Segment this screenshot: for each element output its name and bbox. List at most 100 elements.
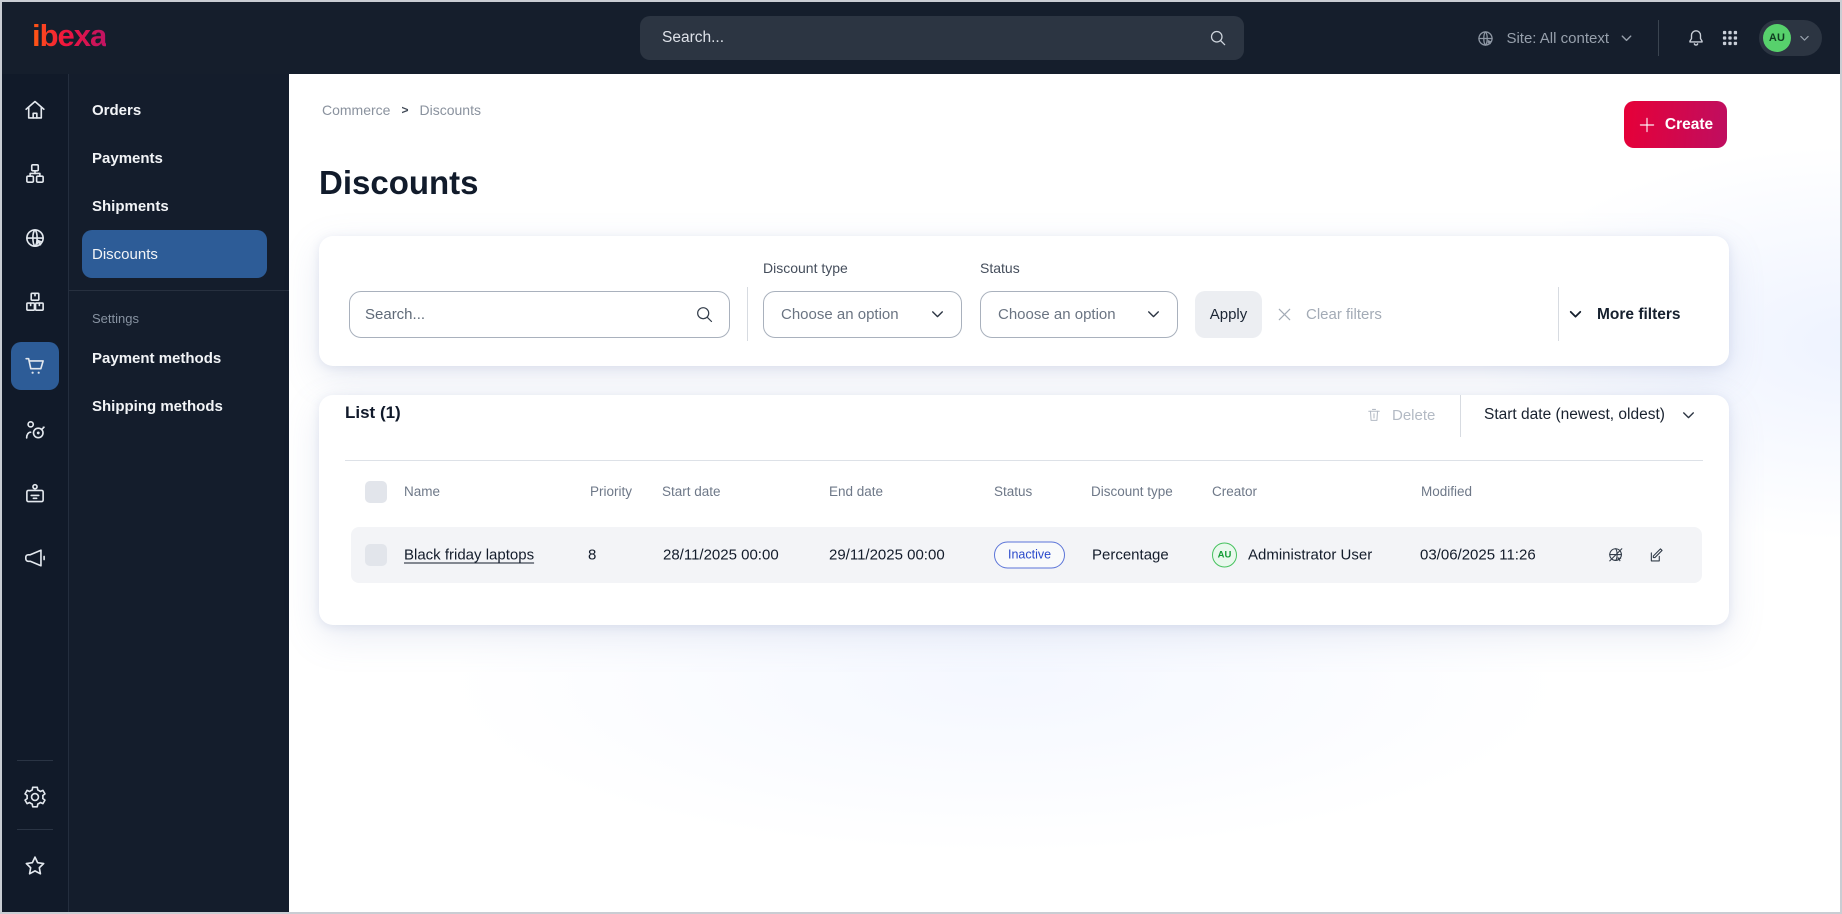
modified-value: 03/06/2025 11:26 (1420, 546, 1536, 564)
sort-selector[interactable]: Start date (newest, oldest) (1484, 399, 1697, 431)
site-context-label: Site: All context (1506, 29, 1609, 47)
site-globe-icon[interactable] (11, 214, 59, 262)
discount-type-value: Percentage (1092, 546, 1169, 564)
clear-filters-button[interactable]: Clear filters (1276, 291, 1382, 338)
column-header-name: Name (404, 484, 441, 499)
global-search-input[interactable] (662, 29, 1208, 47)
clear-filters-label: Clear filters (1306, 306, 1382, 323)
trash-icon (1365, 406, 1383, 424)
personalization-target-icon[interactable] (11, 406, 59, 454)
filter-search-input[interactable] (365, 306, 694, 323)
sort-label: Start date (newest, oldest) (1484, 406, 1665, 423)
chevron-down-icon (1567, 306, 1584, 323)
delete-label: Delete (1392, 406, 1436, 424)
search-icon (694, 304, 715, 325)
status-badge: Inactive (994, 541, 1066, 569)
column-header-priority: Priority (590, 484, 633, 499)
status-select[interactable]: Choose an option (980, 291, 1178, 338)
more-filters-button[interactable]: More filters (1567, 291, 1681, 338)
search-icon[interactable] (1208, 28, 1228, 48)
menu-item-payment-methods[interactable]: Payment methods (69, 334, 289, 382)
discounts-list-card: List (1) Delete Start date (newest, olde… (319, 395, 1729, 625)
chevron-down-icon (1145, 306, 1162, 323)
discount-type-value: Choose an option (781, 306, 899, 323)
apply-button[interactable]: Apply (1195, 291, 1262, 338)
list-toolbar-divider (1460, 395, 1461, 437)
preview-disabled-icon[interactable] (1603, 542, 1629, 568)
column-header-modified: Modified (1421, 484, 1473, 499)
column-header-creator: Creator (1212, 484, 1258, 499)
menu-section-settings: Settings (92, 311, 139, 326)
topbar-actions: Site: All context AU (1475, 2, 1822, 74)
commerce-cart-icon[interactable] (11, 342, 59, 390)
ibexa-logo: ibexa (32, 18, 107, 53)
app-window: ibexa Site: All context (0, 0, 1842, 914)
status-label: Status (980, 260, 1020, 276)
create-button-label: Create (1664, 115, 1714, 133)
delete-button[interactable]: Delete (1365, 399, 1435, 431)
create-button[interactable]: Create (1624, 101, 1727, 148)
creator-avatar: AU (1212, 542, 1237, 568)
filter-divider (747, 287, 748, 341)
products-boxes-icon[interactable] (11, 278, 59, 326)
filters-card: Discount type Choose an option Status Ch… (319, 236, 1729, 366)
menu-item-payments[interactable]: Payments (69, 134, 289, 182)
priority-value: 8 (588, 546, 597, 564)
breadcrumb-separator: > (401, 103, 409, 117)
chevron-down-icon (1619, 31, 1634, 46)
notifications-bell-icon[interactable] (1679, 21, 1713, 55)
column-header-end-date: End date (829, 484, 884, 499)
icon-rail (2, 74, 69, 912)
app-grid-icon[interactable] (1713, 21, 1747, 55)
status-value: Choose an option (998, 306, 1116, 323)
bookmarks-star-icon[interactable] (11, 842, 59, 890)
menu-item-orders[interactable]: Orders (69, 86, 289, 134)
column-header-discount-type: Discount type (1091, 484, 1173, 499)
creator-name: Administrator User (1248, 546, 1373, 564)
table-row: Black friday laptops 8 28/11/2025 00:00 … (351, 527, 1702, 583)
close-icon (1276, 306, 1293, 323)
site-context-selector[interactable]: Site: All context (1475, 28, 1634, 49)
column-header-status: Status (994, 484, 1033, 499)
filter-divider (1558, 287, 1559, 341)
more-filters-label: More filters (1597, 305, 1681, 323)
discount-name-link[interactable]: Black friday laptops (404, 547, 534, 564)
creator-cell: AU Administrator User (1212, 542, 1373, 568)
main-content: Commerce > Discounts Create Discounts Di… (289, 74, 1840, 912)
column-header-start-date: Start date (662, 484, 721, 499)
select-all-checkbox[interactable] (365, 481, 387, 503)
list-title: List (1) (345, 403, 401, 422)
user-menu[interactable]: AU (1759, 20, 1822, 56)
menu-item-shipping-methods[interactable]: Shipping methods (69, 382, 289, 430)
breadcrumb-commerce[interactable]: Commerce (322, 102, 390, 118)
discount-type-label: Discount type (763, 260, 848, 276)
content-tree-icon[interactable] (11, 150, 59, 198)
page-title: Discounts (319, 164, 479, 201)
plus-icon (1638, 116, 1656, 134)
menu-item-shipments[interactable]: Shipments (69, 182, 289, 230)
chevron-down-icon (929, 306, 946, 323)
end-date-value: 29/11/2025 00:00 (829, 546, 945, 564)
commerce-menu: Orders Payments Shipments Discounts Sett… (69, 74, 289, 912)
home-icon[interactable] (11, 86, 59, 134)
topbar: ibexa Site: All context (2, 2, 1840, 74)
topbar-divider (1658, 20, 1659, 56)
settings-gear-icon[interactable] (11, 773, 59, 821)
globe-icon (1475, 28, 1496, 49)
breadcrumb-discounts[interactable]: Discounts (419, 102, 480, 118)
global-search[interactable] (640, 16, 1244, 60)
marketing-megaphone-icon[interactable] (11, 534, 59, 582)
filter-search[interactable] (349, 291, 730, 338)
discount-type-select[interactable]: Choose an option (763, 291, 962, 338)
rail-divider (17, 829, 53, 830)
profile-badge-icon[interactable] (11, 470, 59, 518)
avatar: AU (1763, 24, 1791, 52)
chevron-down-icon (1680, 407, 1697, 424)
row-checkbox[interactable] (365, 544, 387, 566)
menu-item-discounts[interactable]: Discounts (82, 230, 267, 278)
breadcrumb: Commerce > Discounts (322, 102, 481, 118)
start-date-value: 28/11/2025 00:00 (663, 546, 779, 564)
rail-divider (17, 760, 53, 761)
edit-icon[interactable] (1643, 542, 1669, 568)
table-header-rule (345, 460, 1703, 461)
